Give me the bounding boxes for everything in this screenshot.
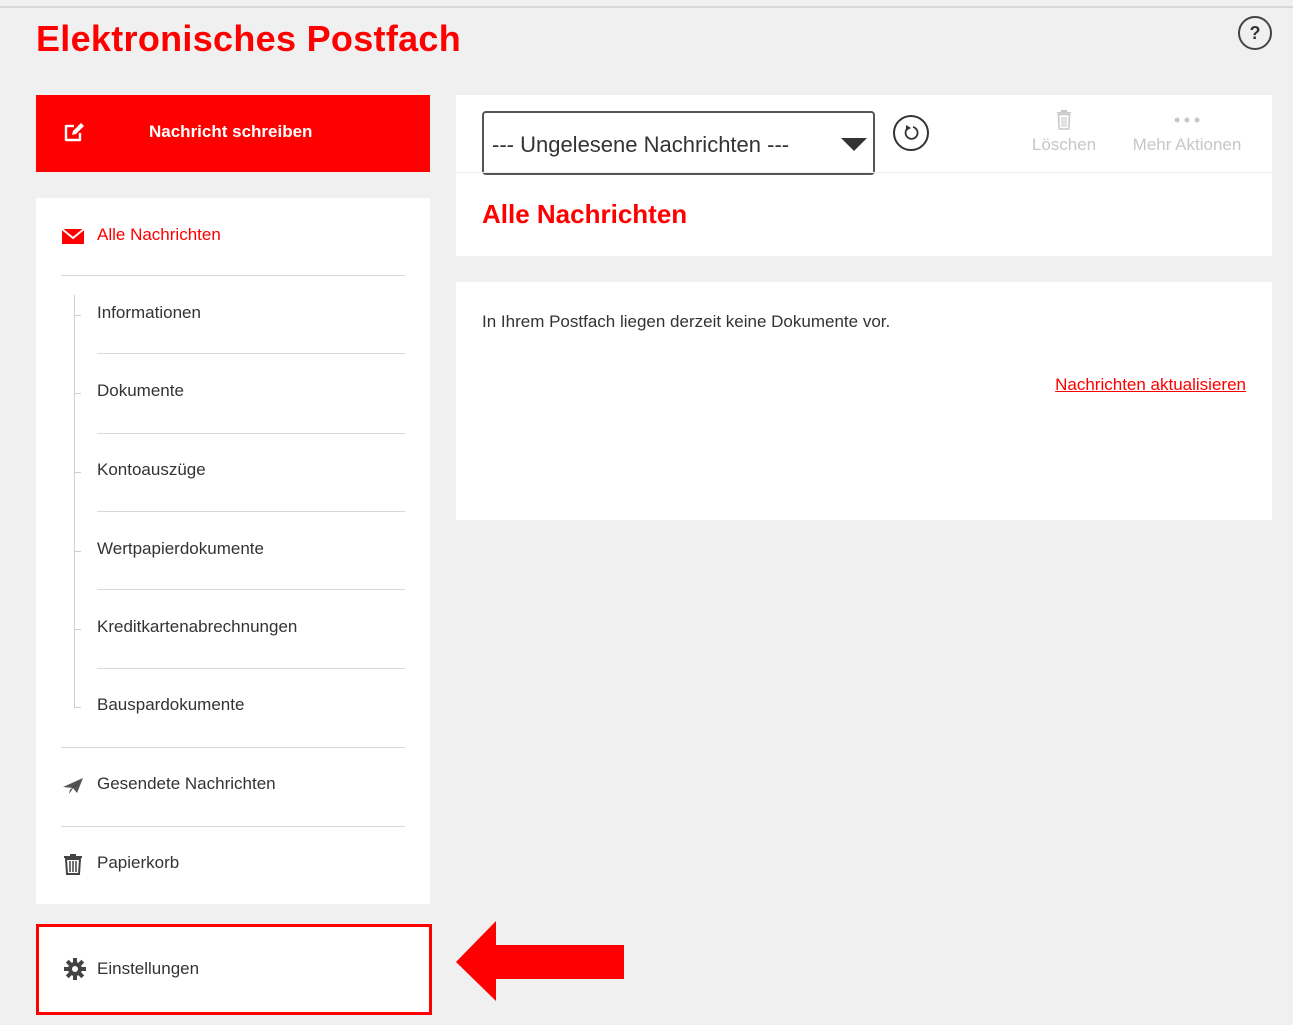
sidebar-item-settings[interactable]: Einstellungen	[36, 924, 432, 1015]
gear-icon	[64, 958, 86, 980]
top-divider	[0, 6, 1293, 8]
toolbar-panel: --- Ungelesene Nachrichten --- Löschen M…	[456, 95, 1272, 256]
filter-select-value: --- Ungelesene Nachrichten ---	[492, 132, 790, 157]
sidebar-item-label: Papierkorb	[97, 853, 180, 872]
sidebar-item-label: Dokumente	[97, 381, 184, 400]
divider	[456, 172, 1272, 173]
arrow-left-icon	[456, 921, 624, 1001]
message-list-panel: In Ihrem Postfach liegen derzeit keine D…	[456, 282, 1272, 520]
page-title: Elektronisches Postfach	[36, 18, 462, 59]
tree-tick	[74, 472, 81, 473]
sidebar-item-label: Gesendete Nachrichten	[97, 774, 276, 793]
sidebar-item-all-messages[interactable]: Alle Nachrichten	[36, 198, 430, 276]
sidebar-item-label: Informationen	[97, 303, 201, 322]
refresh-button[interactable]	[893, 115, 929, 151]
compose-button-label: Nachricht schreiben	[149, 122, 313, 141]
sidebar-item-label: Alle Nachrichten	[97, 225, 221, 244]
sidebar-item-label: Kreditkartenabrechnungen	[97, 617, 298, 636]
trash-icon	[64, 854, 82, 875]
delete-button[interactable]: Löschen	[1028, 109, 1100, 155]
sidebar-item-informationen[interactable]: Informationen	[36, 276, 430, 354]
message-filter-select[interactable]: --- Ungelesene Nachrichten ---	[482, 111, 875, 175]
sidebar-item-kreditkartenabrechnungen[interactable]: Kreditkartenabrechnungen	[36, 590, 430, 668]
chevron-down-icon	[841, 138, 867, 151]
sidebar-item-label: Kontoauszüge	[97, 460, 206, 479]
compose-message-button[interactable]: Nachricht schreiben	[36, 95, 430, 172]
more-dots-icon	[1174, 117, 1200, 123]
settings-label: Einstellungen	[97, 959, 200, 978]
trash-icon	[1057, 110, 1071, 130]
help-icon[interactable]: ?	[1238, 16, 1272, 50]
refresh-icon	[904, 125, 919, 140]
sidebar-item-label: Wertpapierdokumente	[97, 539, 264, 558]
sidebar-item-sent-messages[interactable]: Gesendete Nachrichten	[36, 747, 430, 825]
tree-tick	[74, 551, 81, 552]
more-actions-button[interactable]: Mehr Aktionen	[1126, 109, 1248, 155]
more-actions-label: Mehr Aktionen	[1132, 135, 1242, 154]
sidebar-item-label: Bauspardokumente	[97, 695, 245, 714]
paper-plane-icon	[63, 778, 83, 794]
refresh-messages-link[interactable]: Nachrichten aktualisieren	[1055, 375, 1246, 395]
section-title: Alle Nachrichten	[482, 199, 688, 229]
folder-sidebar: Alle Nachrichten Informationen Dokumente…	[36, 198, 430, 904]
tree-tick	[74, 315, 81, 316]
tree-tick	[74, 629, 81, 630]
empty-state-message: In Ihrem Postfach liegen derzeit keine D…	[482, 312, 891, 331]
sidebar-item-bauspardokumente[interactable]: Bauspardokumente	[36, 668, 430, 746]
delete-label: Löschen	[1031, 135, 1097, 154]
envelope-icon	[62, 228, 84, 244]
sidebar-item-wertpapierdokumente[interactable]: Wertpapierdokumente	[36, 512, 430, 590]
tree-tick	[74, 393, 81, 394]
compose-icon	[64, 123, 84, 142]
tree-tick	[74, 707, 81, 708]
sidebar-item-dokumente[interactable]: Dokumente	[36, 354, 430, 432]
sidebar-item-kontoauszuege[interactable]: Kontoauszüge	[36, 433, 430, 511]
sidebar-item-trash[interactable]: Papierkorb	[36, 826, 430, 904]
